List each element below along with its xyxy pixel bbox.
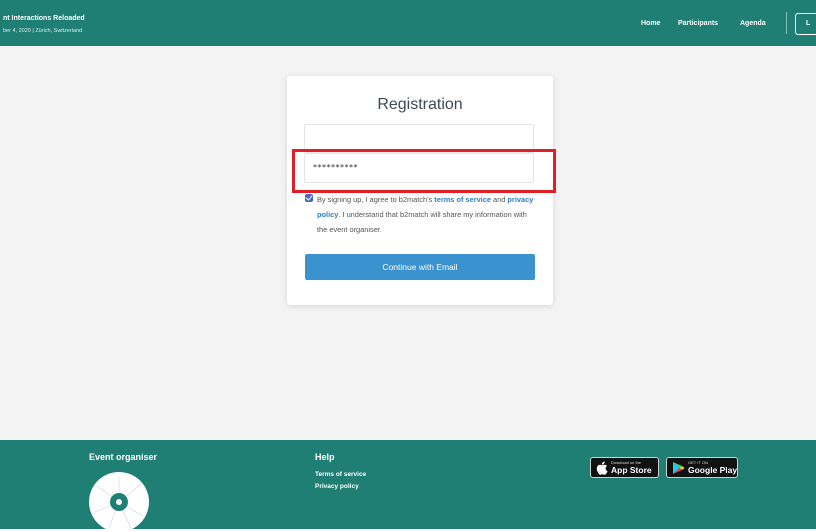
registration-title: Registration [377, 96, 463, 113]
terms-text: By signing up, I agree to b2match's term… [317, 192, 539, 237]
footer-terms-link[interactable]: Terms of service [315, 471, 366, 478]
event-date-location: ber 4, 2020 | Zürich, Switzerland [3, 28, 83, 34]
app-store-badge[interactable]: Download on the App Store [590, 457, 659, 478]
password-highlight-box [292, 149, 556, 193]
terms-suffix: . I understand that b2match will share m… [317, 210, 527, 234]
apple-icon [596, 461, 608, 475]
app-store-label: App Store [611, 465, 652, 475]
main-content: Registration ********** By signing up, I… [0, 46, 816, 440]
help-title: Help [315, 452, 335, 462]
event-name: nt Interactions Reloaded [3, 15, 85, 22]
nav-participants-link[interactable]: Participants [678, 20, 718, 27]
organiser-logo [89, 472, 149, 532]
top-navigation-bar: nt Interactions Reloaded ber 4, 2020 | Z… [0, 0, 816, 46]
google-play-badge[interactable]: GET IT ON Google Play [666, 457, 738, 478]
organiser-logo-graphic [94, 476, 144, 529]
terms-and: and [490, 195, 508, 204]
terms-prefix: By signing up, I agree to b2match's [317, 195, 435, 204]
footer-privacy-link[interactable]: Privacy policy [315, 483, 359, 490]
continue-with-email-button[interactable]: Continue with Email [305, 254, 535, 280]
nav-agenda-link[interactable]: Agenda [740, 20, 766, 27]
login-button[interactable]: L [795, 13, 816, 35]
nav-home-link[interactable]: Home [641, 20, 660, 27]
terms-of-service-link[interactable]: terms of service [434, 195, 491, 204]
footer: Event organiser Help Terms of service Pr… [0, 440, 816, 532]
terms-checkbox[interactable] [305, 194, 313, 202]
play-icon [673, 462, 685, 474]
nav-divider [786, 12, 787, 34]
organiser-title: Event organiser [89, 452, 158, 462]
google-play-label: Google Play [688, 465, 738, 475]
